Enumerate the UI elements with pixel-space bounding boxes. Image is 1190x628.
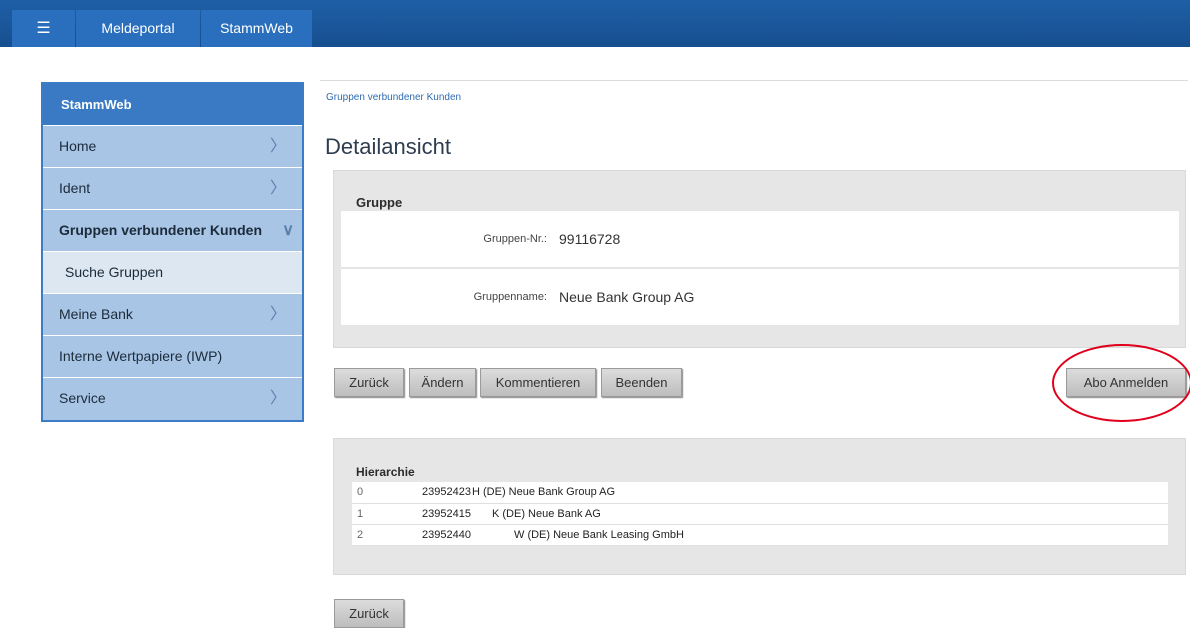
sidebar-item-label: Meine Bank bbox=[59, 306, 133, 322]
sidebar-item-home[interactable]: Home 〉 bbox=[43, 125, 302, 167]
sidebar-item-service[interactable]: Service 〉 bbox=[43, 377, 302, 419]
chevron-right-icon: 〉 bbox=[269, 180, 286, 197]
sidebar-item-label: Gruppen verbundener Kunden bbox=[59, 222, 263, 238]
sidebar-item-meine-bank[interactable]: Meine Bank 〉 bbox=[43, 293, 302, 335]
table-row[interactable]: 0 23952423 H (DE) Neue Bank Group AG bbox=[352, 482, 1168, 504]
name-cell: H (DE) Neue Bank Group AG bbox=[472, 482, 1168, 504]
table-row[interactable]: 2 23952440 W (DE) Neue Bank Leasing GmbH bbox=[352, 524, 1168, 546]
table-row[interactable]: 1 23952415 K (DE) Neue Bank AG bbox=[352, 503, 1168, 525]
group-panel-title: Gruppe bbox=[356, 195, 403, 210]
name-text: K (DE) Neue Bank AG bbox=[492, 507, 601, 520]
sidebar-item-interne-wertpapiere[interactable]: Interne Wertpapiere (IWP) bbox=[43, 335, 302, 377]
hierarchy-table: 0 23952423 H (DE) Neue Bank Group AG 1 2… bbox=[352, 482, 1168, 546]
edit-button[interactable]: Ändern bbox=[409, 368, 476, 397]
sidebar-item-label: Home bbox=[59, 138, 97, 154]
number-cell: 23952423 bbox=[402, 482, 472, 504]
sidebar-item-label: Service bbox=[59, 390, 106, 406]
sidebar-item-label: Ident bbox=[59, 180, 91, 196]
name-cell: W (DE) Neue Bank Leasing GmbH bbox=[472, 524, 1168, 546]
field-value: Neue Bank Group AG bbox=[559, 289, 695, 305]
nav-meldeportal[interactable]: Meldeportal bbox=[76, 10, 200, 47]
chevron-right-icon: 〉 bbox=[269, 138, 286, 155]
comment-button[interactable]: Kommentieren bbox=[480, 368, 596, 397]
chevron-down-icon: ∨ bbox=[282, 222, 294, 239]
sidebar-title: StammWeb bbox=[43, 84, 302, 125]
level-cell: 1 bbox=[352, 503, 402, 525]
footer-back-button[interactable]: Zurück bbox=[334, 599, 404, 628]
page-title: Detailansicht bbox=[325, 134, 451, 159]
sidebar-item-ident[interactable]: Ident 〉 bbox=[43, 167, 302, 209]
field-value: 99116728 bbox=[559, 231, 621, 247]
sidebar-item-label: Suche Gruppen bbox=[65, 264, 164, 280]
nav-stammweb[interactable]: StammWeb bbox=[201, 10, 312, 47]
sidebar-item-suche-gruppen[interactable]: Suche Gruppen bbox=[43, 251, 302, 293]
end-button[interactable]: Beenden bbox=[601, 368, 682, 397]
highlight-ellipse bbox=[1052, 344, 1190, 422]
chevron-right-icon: 〉 bbox=[269, 306, 286, 323]
field-label: Gruppen-Nr.: bbox=[483, 233, 547, 245]
field-row-group-name: Gruppenname: Neue Bank Group AG bbox=[341, 269, 1179, 325]
back-button[interactable]: Zurück bbox=[334, 368, 404, 397]
sidebar-item-label: Interne Wertpapiere (IWP) bbox=[59, 348, 223, 364]
top-navigation-bar: ☰ Meldeportal StammWeb bbox=[0, 0, 1190, 47]
sidebar-item-gruppen-verbundener-kunden[interactable]: Gruppen verbundener Kunden ∨ bbox=[43, 209, 302, 251]
level-cell: 0 bbox=[352, 482, 402, 504]
level-cell: 2 bbox=[352, 524, 402, 546]
hierarchy-panel-title: Hierarchie bbox=[356, 465, 415, 479]
number-cell: 23952440 bbox=[402, 524, 472, 546]
number-cell: 23952415 bbox=[402, 503, 472, 525]
name-text: H (DE) Neue Bank Group AG bbox=[472, 486, 616, 499]
field-label: Gruppenname: bbox=[473, 291, 547, 303]
breadcrumb[interactable]: Gruppen verbundener Kunden bbox=[326, 92, 461, 103]
group-panel: Gruppe Gruppen-Nr.: 99116728 Gruppenname… bbox=[333, 170, 1186, 348]
hamburger-menu-icon[interactable]: ☰ bbox=[12, 10, 75, 47]
sidebar: StammWeb Home 〉 Ident 〉 Gruppen verbunde… bbox=[41, 82, 304, 422]
divider bbox=[320, 80, 1188, 81]
name-text: W (DE) Neue Bank Leasing GmbH bbox=[514, 528, 684, 541]
chevron-right-icon: 〉 bbox=[269, 390, 286, 407]
hierarchy-panel: Hierarchie 0 23952423 H (DE) Neue Bank G… bbox=[333, 438, 1186, 575]
name-cell: K (DE) Neue Bank AG bbox=[472, 503, 1168, 525]
field-row-group-number: Gruppen-Nr.: 99116728 bbox=[341, 211, 1179, 268]
